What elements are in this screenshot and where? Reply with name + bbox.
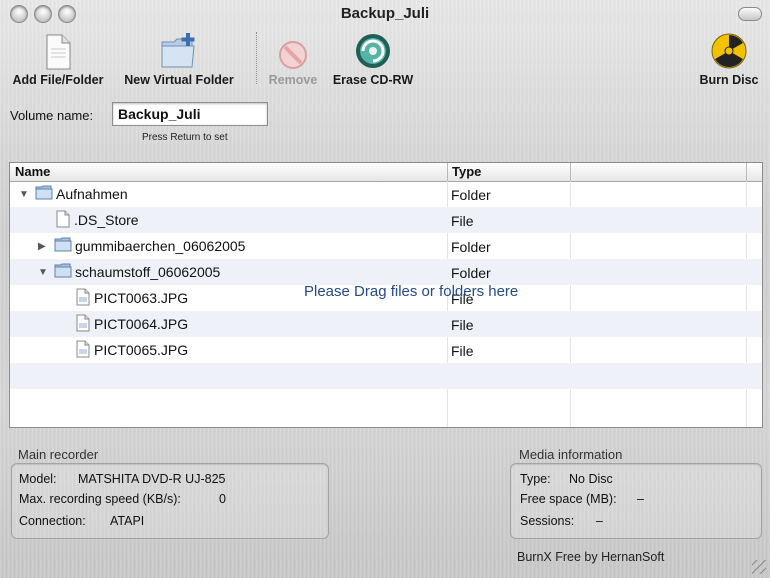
list-header: Name Type <box>10 163 762 182</box>
drop-zone-message: Please Drag files or folders here <box>304 283 519 300</box>
burn-icon <box>711 33 747 69</box>
volume-name-label: Volume name: <box>10 108 94 123</box>
table-row[interactable]: .DS_Store File <box>10 207 762 233</box>
credit-text: BurnX Free by HernanSoft <box>517 550 665 564</box>
disclosure-triangle-expanded[interactable]: ▼ <box>38 267 48 278</box>
toolbar: Add File/Folder New Virtual Folder Remov… <box>0 28 770 90</box>
column-divider <box>746 163 747 181</box>
add-file-folder-button[interactable]: Add File/Folder <box>8 30 108 87</box>
new-virtual-folder-label: New Virtual Folder <box>124 73 234 87</box>
table-row[interactable]: ▼ schaumstoff_06062005 Folder <box>10 259 762 285</box>
disclosure-triangle-expanded[interactable]: ▼ <box>19 189 29 200</box>
volume-name-hint: Press Return to set <box>142 132 228 143</box>
folder-add-icon <box>161 33 195 68</box>
table-row[interactable]: ▼ Aufnahmen Folder <box>10 181 762 207</box>
image-file-icon <box>76 340 90 361</box>
row-name: PICT0065.JPG <box>94 342 189 358</box>
model-value: MATSHITA DVD-R UJ-825 <box>78 472 226 486</box>
row-name: gummibaerchen_06062005 <box>75 238 246 254</box>
resize-grip[interactable] <box>752 560 766 574</box>
row-name: schaumstoff_06062005 <box>75 264 221 280</box>
folder-icon <box>54 236 72 255</box>
row-name: .DS_Store <box>74 212 139 228</box>
image-file-icon <box>76 314 90 335</box>
empty-row <box>10 363 762 389</box>
folder-icon <box>35 184 53 203</box>
window-title: Backup_Juli <box>340 5 430 22</box>
connection-value: ATAPI <box>110 514 145 528</box>
erase-cd-rw-button[interactable]: Erase CD-RW <box>326 30 420 87</box>
row-type: Folder <box>451 187 491 203</box>
image-file-icon <box>76 288 90 309</box>
remove-label: Remove <box>268 73 318 87</box>
table-row[interactable]: ▶ gummibaerchen_06062005 Folder <box>10 233 762 259</box>
sessions-label: Sessions: <box>520 514 575 528</box>
toolbar-toggle-button[interactable] <box>738 7 762 21</box>
row-name: PICT0064.JPG <box>94 316 189 332</box>
toolbar-separator <box>256 32 257 84</box>
model-label: Model: <box>19 472 57 486</box>
speed-label: Max. recording speed (KB/s): <box>19 492 181 506</box>
erase-disc-icon <box>356 34 390 68</box>
folder-icon <box>54 262 72 281</box>
row-type: Folder <box>451 265 491 281</box>
row-name: Aufnahmen <box>56 186 128 202</box>
media-info-title: Media information <box>519 447 623 462</box>
free-space-value: – <box>637 492 644 506</box>
disclosure-triangle-collapsed[interactable]: ▶ <box>38 241 46 252</box>
column-header-name[interactable]: Name <box>15 164 50 179</box>
column-divider <box>447 163 448 181</box>
media-type-label: Type: <box>520 472 551 486</box>
column-divider <box>570 163 571 181</box>
free-space-label: Free space (MB): <box>520 492 617 506</box>
file-list[interactable]: Name Type ▼ Aufnahmen Folder .DS_Store F… <box>9 162 763 428</box>
burn-disc-button[interactable]: Burn Disc <box>692 30 766 87</box>
volume-name-input[interactable] <box>112 102 268 126</box>
remove-icon <box>279 41 307 69</box>
row-name: PICT0063.JPG <box>94 290 189 306</box>
media-type-value: No Disc <box>569 472 613 486</box>
main-recorder-title: Main recorder <box>18 447 99 462</box>
column-header-type[interactable]: Type <box>452 164 481 179</box>
burn-disc-label: Burn Disc <box>699 73 759 87</box>
file-icon <box>56 210 70 231</box>
add-file-folder-label: Add File/Folder <box>12 73 104 87</box>
row-type: File <box>451 317 474 333</box>
erase-cd-rw-label: Erase CD-RW <box>332 73 414 87</box>
document-icon <box>46 34 71 70</box>
remove-button[interactable]: Remove <box>262 30 324 87</box>
row-type: Folder <box>451 239 491 255</box>
connection-label: Connection: <box>19 514 86 528</box>
row-type: File <box>451 213 474 229</box>
sessions-value: – <box>596 514 603 528</box>
app-window: Backup_Juli Add File/Folder New Virtual … <box>0 0 770 578</box>
speed-value: 0 <box>219 492 226 506</box>
table-row[interactable]: PICT0065.JPG File <box>10 337 762 363</box>
new-virtual-folder-button[interactable]: New Virtual Folder <box>118 30 240 87</box>
row-type: File <box>451 343 474 359</box>
title-bar: Backup_Juli <box>0 0 770 28</box>
table-row[interactable]: PICT0064.JPG File <box>10 311 762 337</box>
empty-row <box>10 389 762 415</box>
